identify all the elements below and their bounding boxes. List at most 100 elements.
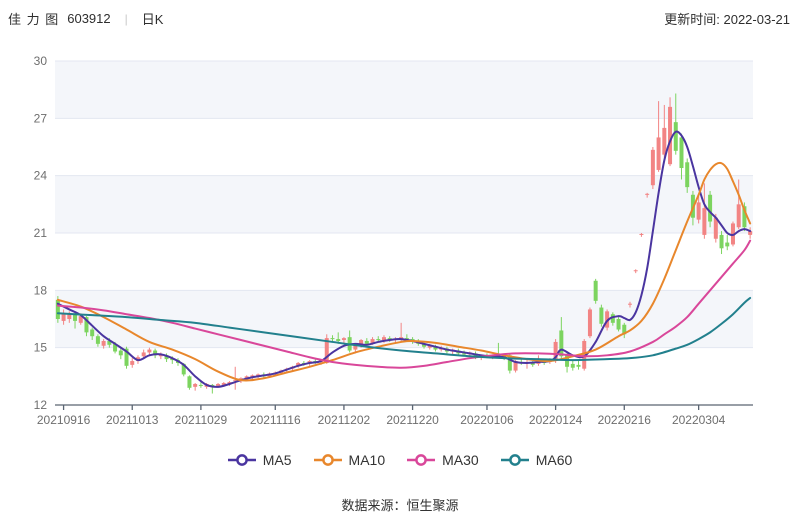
legend-marker-icon [228,453,256,467]
legend-label: MA30 [442,452,479,468]
legend-marker-icon [314,453,342,467]
legend-circle [323,455,332,464]
legend-label: MA10 [349,452,386,468]
candle-body [662,128,666,155]
candle-body [634,270,638,271]
candle [565,353,569,372]
candle-body [187,376,191,387]
candle [720,231,724,254]
candle-body [720,235,724,248]
candle [599,305,603,327]
legend-item-ma60[interactable]: MA60 [501,452,573,468]
candle [525,360,529,369]
plot-band [55,61,753,118]
y-axis-tick-label: 18 [34,283,48,297]
candle-body [342,338,346,340]
stock-name: 佳 力 图 [8,9,59,28]
candle [130,358,134,368]
candle-body [330,338,334,339]
update-time: 更新时间: 2022-03-21 [664,9,790,28]
candle-body [657,137,661,169]
legend-label: MA5 [263,452,292,468]
candle-body [668,107,672,164]
candle [639,233,643,237]
chart-area: 30 27 24 21 18 15 1220210916 20211013 20211029 20… [0,36,800,436]
candle-body [588,309,592,336]
candle-body [559,330,563,356]
candle-body [102,341,106,346]
x-axis-tick-label: 20211202 [318,413,371,427]
candle-body [96,336,100,344]
candle [668,97,672,166]
y-axis-tick-label: 30 [34,54,48,68]
candles-layer [56,93,752,393]
x-axis-tick-label: 20220106 [460,413,514,427]
y-axis-tick-label: 15 [34,341,48,355]
candle [187,375,191,389]
candle-body [382,337,386,340]
x-axis-tick-label: 20211029 [175,413,228,427]
candle [193,383,197,391]
candle-body [142,352,146,356]
candle [617,317,621,331]
candle-body [594,281,598,301]
candle-body [685,162,689,187]
candle-body [697,202,701,219]
header-left: 佳 力 图 603912 | 日K [8,9,163,28]
candle-body [737,204,741,227]
candle-body [216,384,220,386]
legend-label: MA60 [536,452,573,468]
candle-body [645,194,649,195]
candle-body [639,234,643,235]
candle-body [708,195,712,222]
candle-body [130,361,134,365]
legend-marker-icon [407,453,435,467]
x-axis-tick-label: 20211220 [386,413,439,427]
candle-body [199,385,203,386]
candle-body [376,339,380,340]
chart-header: 佳 力 图 603912 | 日K 更新时间: 2022-03-21 [0,6,800,30]
candle-body [651,150,655,185]
plot-bands [55,61,753,348]
legend-item-ma30[interactable]: MA30 [407,452,479,468]
candle-body [674,122,678,151]
y-axis-tick-label: 27 [34,111,48,125]
x-axis-tick-label: 20211013 [106,413,159,427]
candle-body [628,304,632,305]
candle [577,361,581,370]
candle-body [336,339,340,341]
candle-body [571,364,575,368]
x-axis: 2021091620211013202110292021111620211202… [37,405,753,427]
y-axis-tick-label: 12 [34,398,48,412]
header-divider: | [119,12,134,26]
candle [634,269,638,273]
candle-body [90,330,94,337]
candle-body [725,243,729,247]
legend-item-ma5[interactable]: MA5 [228,452,292,468]
candle [651,147,655,189]
candle-body [679,137,683,168]
x-axis-tick-label: 20220124 [529,413,583,427]
x-axis-tick-label: 20220216 [598,413,652,427]
ma-line-ma5 [58,131,750,386]
y-axis-tick-label: 24 [34,169,48,183]
y-axis-tick-label: 21 [34,226,48,240]
x-axis-tick-label: 20220304 [672,413,726,427]
chart-legend: MA5 MA10 MA30 MA60 [0,452,800,468]
candle-body [702,208,706,235]
price-chart: 30 27 24 21 18 15 1220210916 20211013 20211029 20… [0,36,800,436]
legend-circle [237,455,246,464]
period-label: 日K [142,9,164,28]
candle [571,360,575,371]
candle-body [119,351,123,356]
stock-code: 603912 [67,11,110,26]
y-axis-labels: 30 27 24 21 18 15 12 [34,54,48,412]
candle [588,308,592,339]
plot-band [55,176,753,233]
candle-body [365,341,369,344]
legend-item-ma10[interactable]: MA10 [314,452,386,468]
candle [594,279,598,304]
x-axis-tick-label: 20210916 [37,413,91,427]
candle [325,334,329,364]
candle [679,134,683,180]
